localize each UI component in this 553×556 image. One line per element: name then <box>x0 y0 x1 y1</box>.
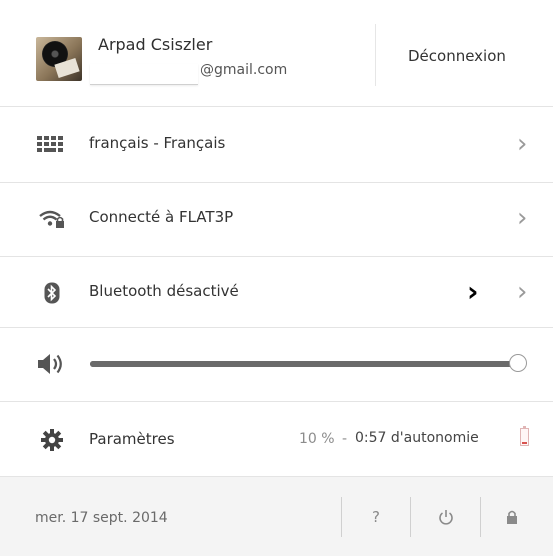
volume-slider-knob[interactable] <box>509 354 527 372</box>
user-name: Arpad Csiszler <box>98 35 213 54</box>
bluetooth-icon <box>36 282 68 304</box>
wifi-label: Connecté à FLAT3P <box>89 208 234 226</box>
lock-icon <box>507 510 517 524</box>
battery-icon <box>520 426 529 446</box>
volume-slider-fill <box>90 361 518 367</box>
bluetooth-label: Bluetooth désactivé <box>89 282 239 300</box>
email-redaction <box>90 64 198 85</box>
speaker-icon[interactable] <box>36 352 68 380</box>
system-tray-panel: Arpad Csiszler @gmail.com Déconnexion fr… <box>0 0 553 556</box>
divider <box>375 24 376 86</box>
battery-time-remaining: 0:57 d'autonomie <box>355 430 479 446</box>
volume-slider-track[interactable] <box>90 361 518 367</box>
pointer-arrow-icon: › <box>467 275 479 308</box>
account-row: Arpad Csiszler @gmail.com Déconnexion <box>0 0 553 107</box>
signout-button[interactable]: Déconnexion <box>408 47 506 65</box>
language-label: français - Français <box>89 134 226 152</box>
wifi-row[interactable]: Connecté à FLAT3P › <box>0 183 553 257</box>
settings-label: Paramètres <box>89 430 175 448</box>
volume-row <box>0 328 553 402</box>
lock-button[interactable] <box>498 505 526 529</box>
keyboard-icon <box>36 134 68 156</box>
avatar <box>36 37 82 81</box>
battery-separator: - <box>342 431 348 447</box>
chevron-right-icon: › <box>517 203 528 233</box>
power-button[interactable] <box>432 505 460 529</box>
gear-icon <box>36 429 68 451</box>
help-button[interactable]: ? <box>362 505 390 529</box>
email-domain: @gmail.com <box>200 62 288 78</box>
bluetooth-row[interactable]: Bluetooth désactivé › › <box>0 257 553 328</box>
settings-row[interactable]: Paramètres 10 % - 0:57 d'autonomie <box>0 402 553 477</box>
date-label: mer. 17 sept. 2014 <box>35 510 168 526</box>
wifi-lock-icon <box>36 208 68 230</box>
divider <box>341 497 342 537</box>
battery-percent: 10 % <box>299 431 335 447</box>
footer-bar: mer. 17 sept. 2014 ? <box>0 477 553 556</box>
power-icon <box>439 510 453 525</box>
chevron-right-icon: › <box>517 129 528 159</box>
divider <box>480 497 481 537</box>
chevron-right-icon: › <box>517 277 528 307</box>
divider <box>410 497 411 537</box>
language-row[interactable]: français - Français › <box>0 107 553 183</box>
